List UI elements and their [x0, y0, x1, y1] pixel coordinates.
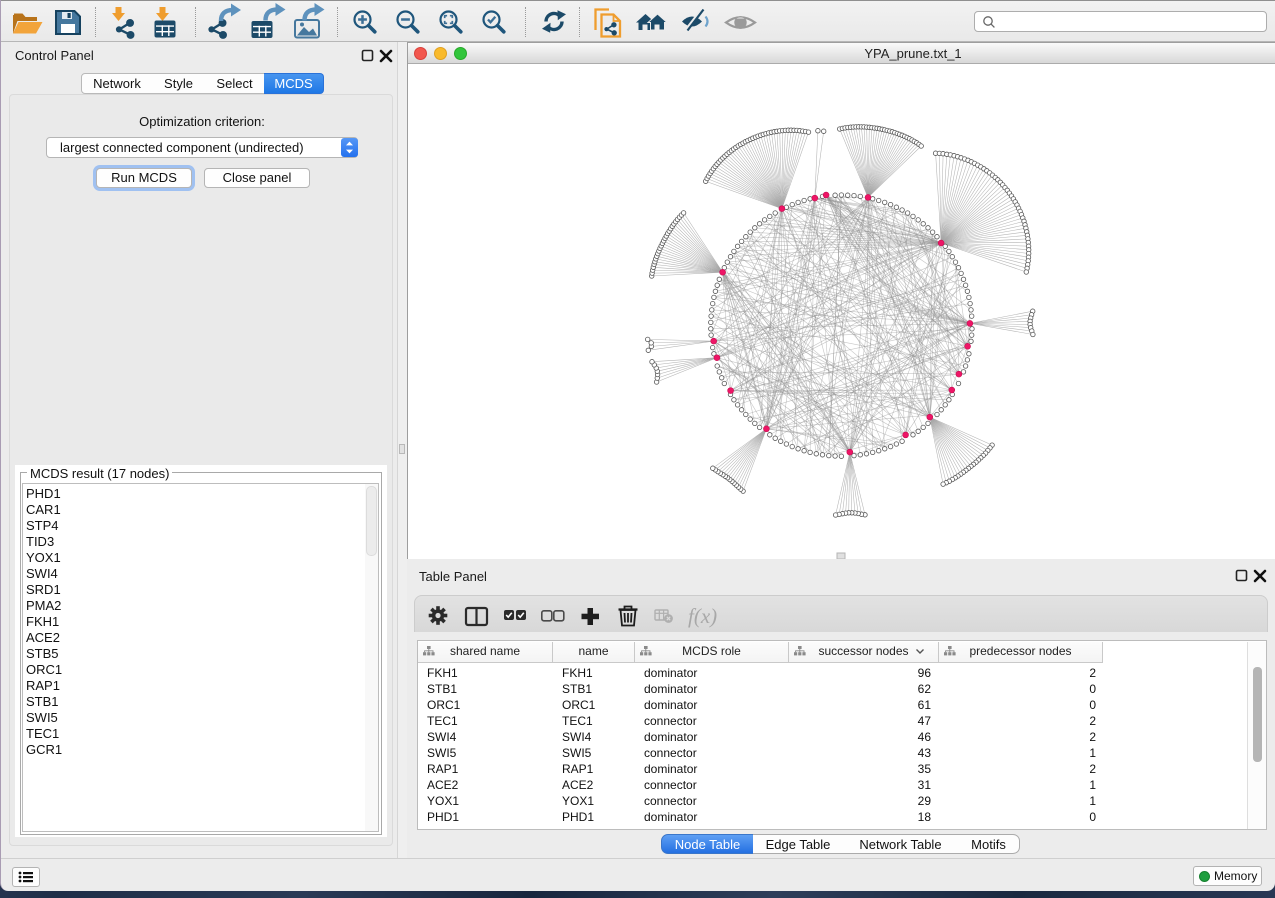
svg-text:f(x): f(x)	[688, 604, 717, 628]
